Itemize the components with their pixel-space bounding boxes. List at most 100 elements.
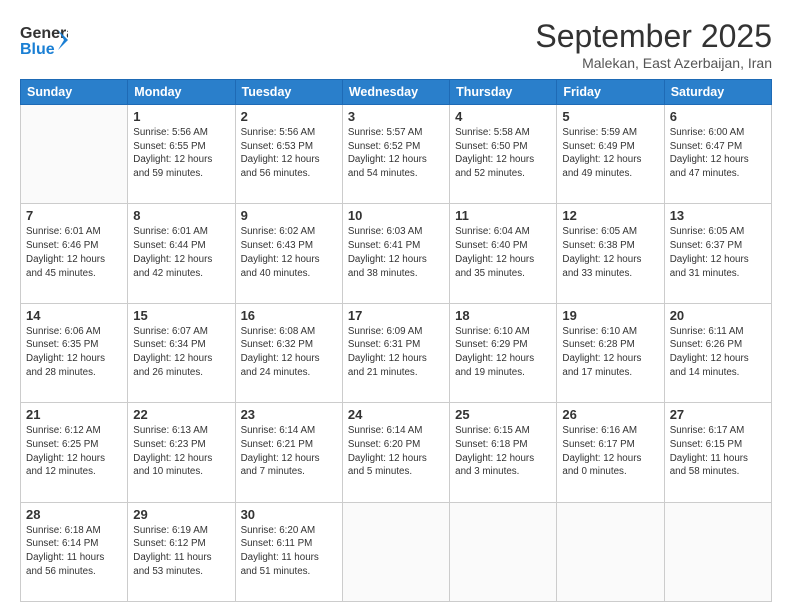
day-info: Sunrise: 5:59 AM Sunset: 6:49 PM Dayligh… <box>562 126 658 181</box>
week-row-2: 7 Sunrise: 6:01 AM Sunset: 6:46 PM Daylig… <box>21 204 772 303</box>
calendar-cell: 25 Sunrise: 6:15 AM Sunset: 6:18 PM Dayli… <box>450 403 557 502</box>
calendar-cell: 11 Sunrise: 6:04 AM Sunset: 6:40 PM Dayli… <box>450 204 557 303</box>
header-row: Sunday Monday Tuesday Wednesday Thursday… <box>21 80 772 105</box>
day-number: 26 <box>562 407 658 422</box>
day-number: 27 <box>670 407 766 422</box>
day-info: Sunrise: 6:13 AM Sunset: 6:23 PM Dayligh… <box>133 424 229 479</box>
day-info: Sunrise: 6:05 AM Sunset: 6:38 PM Dayligh… <box>562 225 658 280</box>
calendar-cell: 20 Sunrise: 6:11 AM Sunset: 6:26 PM Dayli… <box>664 303 771 402</box>
calendar-cell <box>557 502 664 601</box>
day-number: 1 <box>133 109 229 124</box>
calendar-cell: 14 Sunrise: 6:06 AM Sunset: 6:35 PM Dayli… <box>21 303 128 402</box>
day-info: Sunrise: 6:14 AM Sunset: 6:20 PM Dayligh… <box>348 424 444 479</box>
calendar-cell <box>342 502 449 601</box>
day-info: Sunrise: 6:04 AM Sunset: 6:40 PM Dayligh… <box>455 225 551 280</box>
day-number: 15 <box>133 308 229 323</box>
day-number: 23 <box>241 407 337 422</box>
day-number: 2 <box>241 109 337 124</box>
calendar-cell: 7 Sunrise: 6:01 AM Sunset: 6:46 PM Daylig… <box>21 204 128 303</box>
week-row-4: 21 Sunrise: 6:12 AM Sunset: 6:25 PM Dayli… <box>21 403 772 502</box>
calendar-cell: 9Sunrise: 6:02 AM Sunset: 6:43 PM Daylig… <box>235 204 342 303</box>
day-info: Sunrise: 5:56 AM Sunset: 6:53 PM Dayligh… <box>241 126 337 181</box>
week-row-1: 1 Sunrise: 5:56 AM Sunset: 6:55 PM Daylig… <box>21 105 772 204</box>
day-number: 21 <box>26 407 122 422</box>
day-info: Sunrise: 5:57 AM Sunset: 6:52 PM Dayligh… <box>348 126 444 181</box>
day-number: 3 <box>348 109 444 124</box>
week-row-3: 14 Sunrise: 6:06 AM Sunset: 6:35 PM Dayli… <box>21 303 772 402</box>
day-info: Sunrise: 6:01 AM Sunset: 6:46 PM Dayligh… <box>26 225 122 280</box>
calendar-cell: 22Sunrise: 6:13 AM Sunset: 6:23 PM Dayli… <box>128 403 235 502</box>
calendar-cell: 24 Sunrise: 6:14 AM Sunset: 6:20 PM Dayli… <box>342 403 449 502</box>
col-monday: Monday <box>128 80 235 105</box>
day-number: 19 <box>562 308 658 323</box>
day-number: 25 <box>455 407 551 422</box>
calendar-cell: 4Sunrise: 5:58 AM Sunset: 6:50 PM Daylig… <box>450 105 557 204</box>
day-number: 10 <box>348 208 444 223</box>
calendar-page: General Blue September 2025 Malekan, Eas… <box>0 0 792 612</box>
day-number: 5 <box>562 109 658 124</box>
day-info: Sunrise: 6:16 AM Sunset: 6:17 PM Dayligh… <box>562 424 658 479</box>
day-number: 24 <box>348 407 444 422</box>
calendar-cell: 18Sunrise: 6:10 AM Sunset: 6:29 PM Dayli… <box>450 303 557 402</box>
title-block: September 2025 Malekan, East Azerbaijan,… <box>535 18 772 71</box>
day-info: Sunrise: 6:18 AM Sunset: 6:14 PM Dayligh… <box>26 524 122 579</box>
day-number: 7 <box>26 208 122 223</box>
calendar-cell: 19 Sunrise: 6:10 AM Sunset: 6:28 PM Dayli… <box>557 303 664 402</box>
calendar-cell: 17Sunrise: 6:09 AM Sunset: 6:31 PM Dayli… <box>342 303 449 402</box>
calendar-table: Sunday Monday Tuesday Wednesday Thursday… <box>20 79 772 602</box>
calendar-cell: 21 Sunrise: 6:12 AM Sunset: 6:25 PM Dayli… <box>21 403 128 502</box>
day-info: Sunrise: 6:10 AM Sunset: 6:28 PM Dayligh… <box>562 325 658 380</box>
calendar-cell: 26 Sunrise: 6:16 AM Sunset: 6:17 PM Dayli… <box>557 403 664 502</box>
day-number: 12 <box>562 208 658 223</box>
day-number: 11 <box>455 208 551 223</box>
day-number: 6 <box>670 109 766 124</box>
day-info: Sunrise: 6:15 AM Sunset: 6:18 PM Dayligh… <box>455 424 551 479</box>
day-info: Sunrise: 6:08 AM Sunset: 6:32 PM Dayligh… <box>241 325 337 380</box>
day-info: Sunrise: 6:19 AM Sunset: 6:12 PM Dayligh… <box>133 524 229 579</box>
logo-icon: General Blue <box>20 18 68 62</box>
calendar-cell: 8 Sunrise: 6:01 AM Sunset: 6:44 PM Daylig… <box>128 204 235 303</box>
day-info: Sunrise: 6:06 AM Sunset: 6:35 PM Dayligh… <box>26 325 122 380</box>
day-number: 29 <box>133 507 229 522</box>
day-number: 14 <box>26 308 122 323</box>
day-info: Sunrise: 6:14 AM Sunset: 6:21 PM Dayligh… <box>241 424 337 479</box>
calendar-cell: 6 Sunrise: 6:00 AM Sunset: 6:47 PM Daylig… <box>664 105 771 204</box>
day-info: Sunrise: 6:11 AM Sunset: 6:26 PM Dayligh… <box>670 325 766 380</box>
header: General Blue September 2025 Malekan, Eas… <box>20 18 772 71</box>
calendar-cell: 29 Sunrise: 6:19 AM Sunset: 6:12 PM Dayli… <box>128 502 235 601</box>
day-number: 30 <box>241 507 337 522</box>
svg-text:Blue: Blue <box>20 41 55 58</box>
calendar-cell <box>21 105 128 204</box>
col-wednesday: Wednesday <box>342 80 449 105</box>
calendar-cell: 10Sunrise: 6:03 AM Sunset: 6:41 PM Dayli… <box>342 204 449 303</box>
day-info: Sunrise: 6:01 AM Sunset: 6:44 PM Dayligh… <box>133 225 229 280</box>
day-info: Sunrise: 6:12 AM Sunset: 6:25 PM Dayligh… <box>26 424 122 479</box>
day-number: 13 <box>670 208 766 223</box>
col-sunday: Sunday <box>21 80 128 105</box>
week-row-5: 28 Sunrise: 6:18 AM Sunset: 6:14 PM Dayli… <box>21 502 772 601</box>
day-number: 4 <box>455 109 551 124</box>
calendar-cell: 27 Sunrise: 6:17 AM Sunset: 6:15 PM Dayli… <box>664 403 771 502</box>
day-info: Sunrise: 5:56 AM Sunset: 6:55 PM Dayligh… <box>133 126 229 181</box>
month-title: September 2025 <box>535 18 772 55</box>
col-thursday: Thursday <box>450 80 557 105</box>
calendar-cell: 3 Sunrise: 5:57 AM Sunset: 6:52 PM Daylig… <box>342 105 449 204</box>
day-info: Sunrise: 6:10 AM Sunset: 6:29 PM Dayligh… <box>455 325 551 380</box>
calendar-cell <box>450 502 557 601</box>
logo: General Blue <box>20 18 68 67</box>
calendar-cell: 16Sunrise: 6:08 AM Sunset: 6:32 PM Dayli… <box>235 303 342 402</box>
day-info: Sunrise: 6:17 AM Sunset: 6:15 PM Dayligh… <box>670 424 766 479</box>
calendar-cell: 15Sunrise: 6:07 AM Sunset: 6:34 PM Dayli… <box>128 303 235 402</box>
calendar-cell: 12 Sunrise: 6:05 AM Sunset: 6:38 PM Dayli… <box>557 204 664 303</box>
calendar-cell: 28 Sunrise: 6:18 AM Sunset: 6:14 PM Dayli… <box>21 502 128 601</box>
day-info: Sunrise: 6:00 AM Sunset: 6:47 PM Dayligh… <box>670 126 766 181</box>
day-info: Sunrise: 6:02 AM Sunset: 6:43 PM Dayligh… <box>241 225 337 280</box>
location-subtitle: Malekan, East Azerbaijan, Iran <box>535 55 772 71</box>
calendar-cell: 23 Sunrise: 6:14 AM Sunset: 6:21 PM Dayli… <box>235 403 342 502</box>
day-number: 28 <box>26 507 122 522</box>
day-number: 20 <box>670 308 766 323</box>
calendar-cell <box>664 502 771 601</box>
calendar-cell: 30Sunrise: 6:20 AM Sunset: 6:11 PM Dayli… <box>235 502 342 601</box>
day-number: 8 <box>133 208 229 223</box>
calendar-cell: 13Sunrise: 6:05 AM Sunset: 6:37 PM Dayli… <box>664 204 771 303</box>
